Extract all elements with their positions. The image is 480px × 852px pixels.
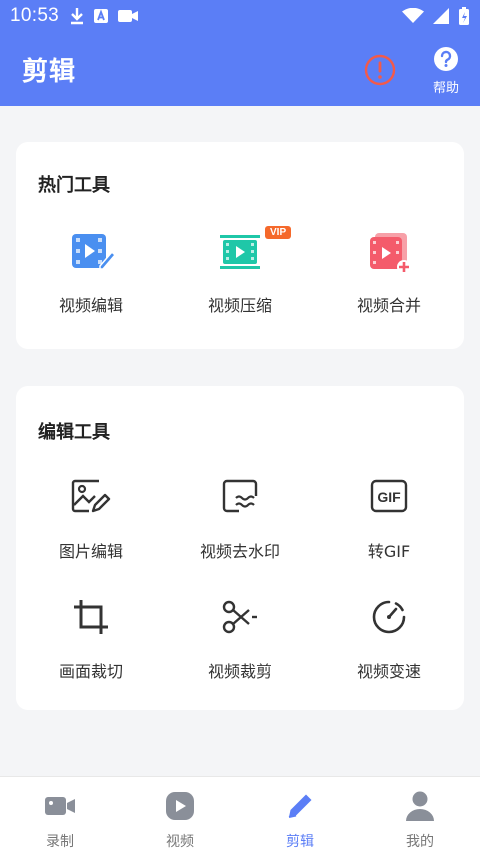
crop-icon <box>74 600 108 634</box>
vip-badge: VIP <box>265 226 292 239</box>
tool-label: 图片编辑 <box>58 542 123 561</box>
tool-label: 视频裁剪 <box>207 662 272 681</box>
hot-tools-title: 热门工具 <box>38 175 110 196</box>
page-title: 剪辑 <box>22 57 77 87</box>
tab-edit[interactable]: 剪辑 <box>240 777 360 852</box>
video-edit-icon <box>72 234 117 270</box>
help-button[interactable]: 帮助 <box>426 46 466 96</box>
tool-label: 画面裁切 <box>58 662 123 681</box>
tool-label: 视频变速 <box>356 662 421 681</box>
keyboard-a-icon <box>94 9 109 23</box>
play-icon <box>166 792 194 820</box>
video-record-icon <box>118 10 139 22</box>
hot-tools-card: 热门工具 视频编辑 VIP 视频压缩 视频合并 <box>16 142 464 349</box>
alert-icon[interactable] <box>364 54 396 86</box>
camera-icon <box>45 797 75 815</box>
image-edit-icon <box>71 479 111 513</box>
tool-crop[interactable]: 画面裁切 <box>21 598 161 682</box>
tool-label: 视频编辑 <box>58 296 123 315</box>
tab-label: 视频 <box>166 834 194 850</box>
tab-profile[interactable]: 我的 <box>360 777 480 852</box>
status-bar: 10:53 <box>0 0 480 32</box>
tool-label: 视频合并 <box>356 296 421 315</box>
tool-watermark-remove[interactable]: 视频去水印 <box>170 478 310 562</box>
tool-label: 视频去水印 <box>199 542 280 561</box>
tool-gif[interactable]: GIF 转GIF <box>319 478 459 562</box>
tool-label: 视频压缩 <box>207 296 272 315</box>
tab-label: 录制 <box>46 834 74 850</box>
speed-icon <box>372 600 406 634</box>
tool-image-edit[interactable]: 图片编辑 <box>21 478 161 562</box>
person-icon <box>406 791 434 821</box>
tool-video-trim[interactable]: 视频裁剪 <box>170 598 310 682</box>
tool-video-compress[interactable]: VIP 视频压缩 <box>170 226 310 316</box>
signal-icon <box>433 8 449 24</box>
edit-tools-title: 编辑工具 <box>38 422 110 443</box>
battery-icon <box>459 7 469 25</box>
tool-label: 转GIF <box>367 542 411 561</box>
tool-video-merge[interactable]: 视频合并 <box>319 232 459 316</box>
download-icon <box>71 8 84 25</box>
video-compress-icon <box>220 235 260 269</box>
help-label: 帮助 <box>432 81 459 96</box>
help-icon <box>434 47 458 71</box>
bottom-tab-bar: 录制 视频 剪辑 我的 <box>0 776 480 852</box>
video-merge-icon <box>370 233 411 274</box>
tool-video-edit[interactable]: 视频编辑 <box>21 232 161 316</box>
tab-label: 剪辑 <box>286 834 314 850</box>
tab-videos[interactable]: 视频 <box>120 777 240 852</box>
tab-record[interactable]: 录制 <box>0 777 120 852</box>
status-time: 10:53 <box>10 5 60 26</box>
app-bar: 剪辑 帮助 <box>0 32 480 106</box>
tab-label: 我的 <box>406 834 434 850</box>
svg-text:GIF: GIF <box>377 489 401 505</box>
tool-speed[interactable]: 视频变速 <box>319 598 459 682</box>
pencil-icon <box>288 794 312 818</box>
watermark-remove-icon <box>222 479 258 513</box>
scissors-icon <box>222 600 257 634</box>
gif-icon: GIF <box>370 479 408 513</box>
edit-tools-card: 编辑工具 图片编辑 视频去水印 GIF 转GIF 画面裁切 视频裁剪 视频变速 <box>16 386 464 710</box>
wifi-icon <box>402 8 424 23</box>
